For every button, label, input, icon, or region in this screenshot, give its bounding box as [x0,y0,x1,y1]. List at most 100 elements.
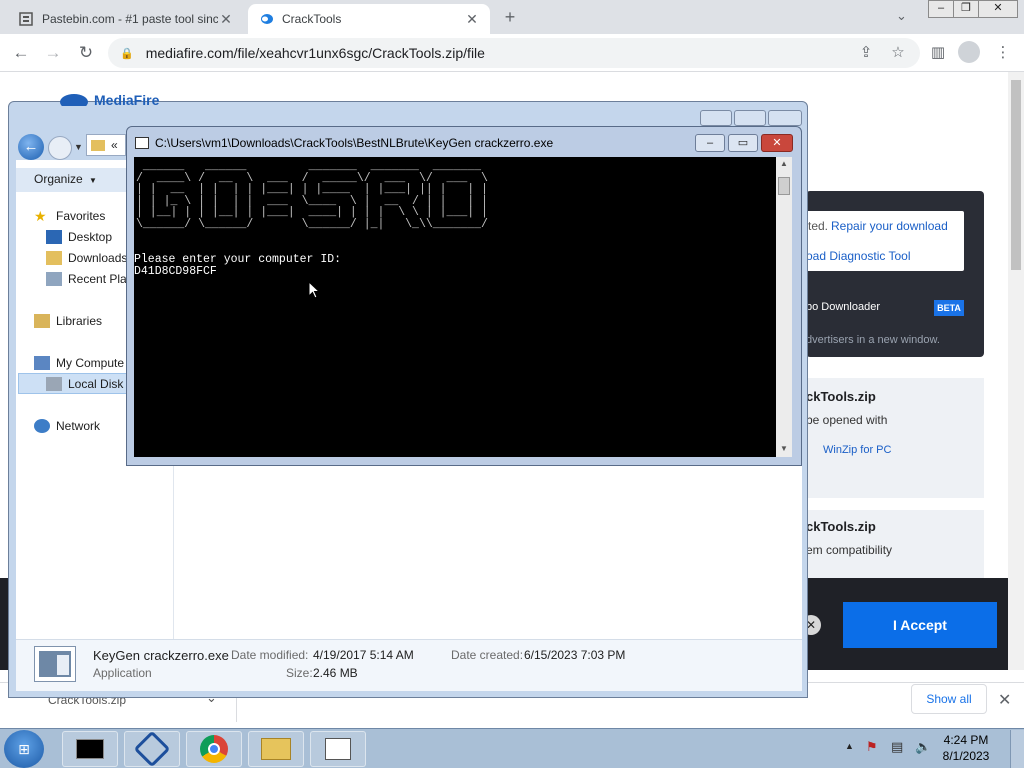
console-title: C:\Users\vm1\Downloads\CrackTools\BestNL… [155,136,554,150]
taskbar-app[interactable] [124,730,180,768]
system-clock[interactable]: 4:24 PM 8/1/2023 [936,732,996,764]
ascii-art-banner: ______ ______ _______ _______ _______ / … [136,160,488,231]
organize-label: Organize [34,172,83,186]
explorer-forward-icon[interactable] [48,136,72,160]
tab-pastebin[interactable]: Pastebin.com - #1 paste tool sinc ✕ [8,4,244,34]
winzip-link[interactable]: WinZip for PC [823,444,891,456]
folder-icon [91,139,105,151]
mediafire-logo: MediaFire [44,92,204,110]
new-tab-button[interactable]: + [498,7,522,29]
network-tray-icon[interactable]: ▤ [891,739,903,755]
taskbar-keygen[interactable] [310,731,366,767]
window-close-button[interactable]: ✕ [978,0,1018,18]
window-minimize-button[interactable]: – [928,0,954,18]
tab-title: CrackTools [282,12,342,26]
url-text: mediafire.com/file/xeahcvr1unx6sgc/Crack… [145,45,485,61]
address-bar[interactable]: 🔒 mediafire.com/file/xeahcvr1unx6sgc/Cra… [108,38,920,68]
explorer-minimize-button[interactable] [700,110,732,126]
accept-button[interactable]: I Accept [843,602,997,648]
lock-icon: 🔒 [120,47,134,60]
bookmark-star-icon[interactable]: ☆ [887,42,909,64]
selected-file-type: Application [93,666,152,680]
size-label: Size: [286,666,313,680]
application-file-icon [34,646,76,682]
file-title-2: ckTools.zip [806,519,876,534]
forward-arrow-icon[interactable]: → [42,42,64,64]
action-center-icon[interactable]: ⚑ [866,739,878,755]
compat-text: em compatibility [806,543,893,557]
shelf-close-icon[interactable]: ✕ [998,690,1011,710]
downloads-folder-icon [46,251,62,265]
console-minimize-button[interactable]: – [695,134,725,152]
date-modified-value: 4/19/2017 5:14 AM [313,648,414,662]
date-created-label: Date created: [451,648,524,662]
nav-my-computer[interactable]: My Compute [34,353,124,373]
advertisers-note: dvertisers in a new window. [806,334,940,346]
svg-text:MediaFire: MediaFire [94,92,160,106]
page-scrollbar[interactable] [1008,72,1024,670]
console-scrollbar[interactable]: ▲ ▼ [776,157,792,457]
mediafire-favicon-icon [258,11,274,27]
taskbar-explorer[interactable] [248,731,304,767]
taskbar-chrome[interactable] [186,731,242,767]
selected-file-name: KeyGen crackzerro.exe [93,648,229,663]
nav-recent-places[interactable]: Recent Plac [46,269,133,289]
start-button-icon[interactable]: ⊞ [4,730,44,768]
computer-icon [34,356,50,370]
clock-time: 4:24 PM [943,733,989,747]
nav-libraries[interactable]: Libraries [34,311,102,331]
menu-kebab-icon[interactable]: ⋮ [992,42,1014,64]
show-all-button[interactable]: Show all [911,684,987,714]
cmd-icon [76,739,104,759]
explorer-folder-icon [261,738,291,760]
date-created-value: 6/15/2023 7:03 PM [524,648,626,662]
explorer-close-button[interactable] [768,110,802,126]
mouse-cursor-icon [308,280,321,299]
star-icon: ★ [34,208,47,224]
nav-favorites[interactable]: ★ Favorites [34,206,105,226]
nav-desktop[interactable]: Desktop [46,227,112,247]
explorer-maximize-button[interactable] [734,110,766,126]
history-dropdown-icon[interactable]: ▼ [74,142,83,152]
nav-local-disk[interactable]: Local Disk ( [46,374,131,394]
clock-date: 8/1/2023 [942,749,990,763]
details-pane [16,639,802,691]
console-output[interactable]: ______ ______ _______ _______ _______ / … [134,157,776,457]
console-maximize-button[interactable]: ▭ [728,134,758,152]
window-restore-button[interactable]: ❐ [953,0,979,18]
tab-close-icon[interactable]: ✕ [218,11,234,28]
chrome-icon [200,735,228,763]
profile-avatar-icon[interactable] [958,41,980,63]
tab-cracktools[interactable]: CrackTools ✕ [248,4,490,34]
nav-network[interactable]: Network [34,416,100,436]
nav-downloads[interactable]: Downloads [46,248,127,268]
breadcrumb-overflow[interactable]: « [111,138,118,152]
console-app-icon [135,137,149,149]
show-hidden-icons-icon[interactable]: ▲ [845,741,854,751]
tab-title: Pastebin.com - #1 paste tool sinc [42,12,218,26]
explorer-back-icon[interactable]: ← [18,134,44,160]
taskbar-cmd[interactable] [62,731,118,767]
computer-id-input[interactable]: D41D8CD98FCF [134,266,217,278]
desktop-icon [46,230,62,244]
tab-close-icon[interactable]: ✕ [464,11,480,28]
volume-muted-icon[interactable]: 🔈 [915,739,931,755]
file-open-text: be opened with [806,413,888,427]
share-icon[interactable]: ⇪ [855,42,877,64]
pastebin-favicon-icon [18,11,34,27]
tab-search-chevron-icon[interactable]: ⌄ [896,8,907,24]
size-value: 2.46 MB [313,666,358,680]
side-panel-icon[interactable]: ▥ [927,42,949,64]
show-desktop-button[interactable] [1010,730,1024,768]
libraries-icon [34,314,50,328]
explorer-address-bar[interactable]: « [86,134,126,156]
diagnostic-tool-link[interactable]: oad Diagnostic Tool [806,249,911,263]
recent-places-icon [46,272,62,286]
repair-download-link[interactable]: Repair your download [831,219,948,233]
back-arrow-icon[interactable]: ← [10,42,32,64]
reload-icon[interactable]: ↻ [75,42,97,64]
file-title: ckTools.zip [806,389,876,404]
organize-dropdown-icon: ▼ [89,176,97,185]
keygen-icon [325,738,351,760]
console-close-button[interactable]: ✕ [761,134,793,152]
